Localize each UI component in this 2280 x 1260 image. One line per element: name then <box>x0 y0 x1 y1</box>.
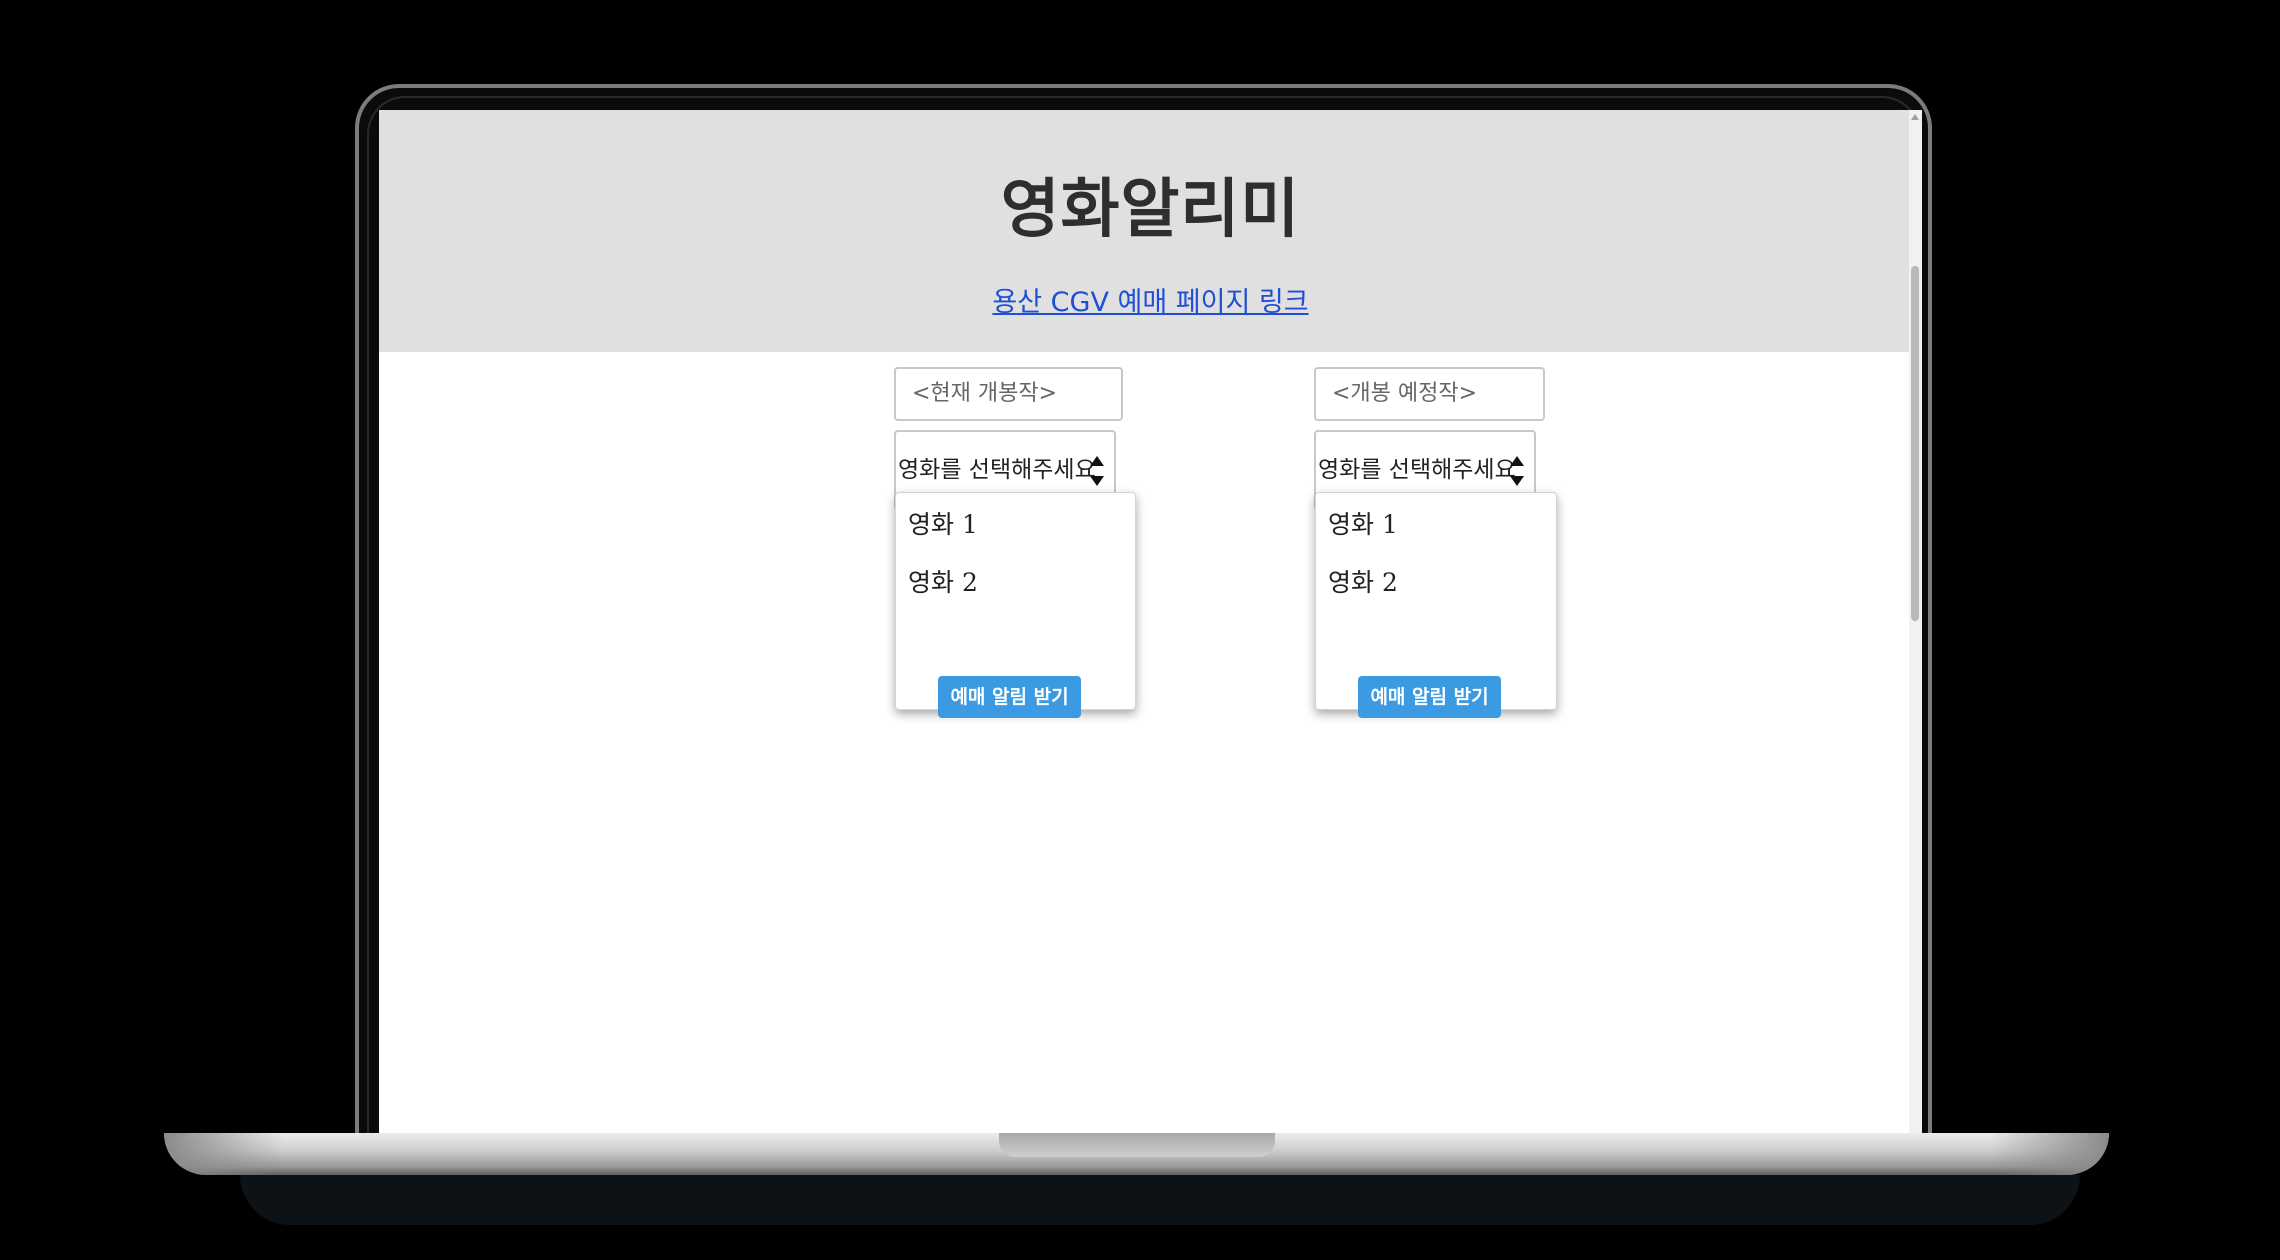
cgv-booking-link[interactable]: 용산 CGV 예매 페이지 링크 <box>992 287 1308 318</box>
current-notify-button[interactable]: 예매 알림 받기 <box>938 676 1081 718</box>
list-item[interactable]: 영화 1 <box>908 505 978 545</box>
page-title: 영화알리미 <box>1000 173 1301 247</box>
vertical-scrollbar[interactable] <box>1909 110 1922 1134</box>
laptop-base <box>164 1133 2109 1175</box>
browser-viewport: 영화알리미 용산 CGV 예매 페이지 링크 <현재 개봉작> 영화를 선택해주… <box>379 110 1922 1134</box>
select-spinner-icon <box>1510 456 1524 490</box>
list-item[interactable]: 영화 2 <box>908 563 978 603</box>
page-header: 영화알리미 용산 CGV 예매 페이지 링크 <box>379 110 1922 352</box>
scroll-up-icon[interactable] <box>1911 114 1919 120</box>
laptop-mockup: 영화알리미 용산 CGV 예매 페이지 링크 <현재 개봉작> 영화를 선택해주… <box>0 0 2280 1260</box>
laptop-base-left-shade <box>164 1133 284 1175</box>
list-item[interactable]: 영화 1 <box>1328 505 1398 545</box>
select-spinner-icon <box>1090 456 1104 490</box>
cgv-link-wrapper: 용산 CGV 예매 페이지 링크 <box>379 280 1922 319</box>
upcoming-notify-button[interactable]: 예매 알림 받기 <box>1358 676 1501 718</box>
upcoming-movie-select-value: 영화를 선택해주세요 <box>1318 457 1516 483</box>
laptop-opening-notch <box>999 1133 1275 1157</box>
upcoming-releases-input[interactable]: <개봉 예정작> <box>1314 367 1545 421</box>
laptop-base-shadow <box>240 1175 2080 1225</box>
list-item[interactable]: 영화 2 <box>1328 563 1398 603</box>
laptop-base-right-shade <box>1989 1133 2109 1175</box>
current-movie-select-value: 영화를 선택해주세요 <box>898 457 1096 483</box>
scrollbar-thumb[interactable] <box>1911 266 1919 621</box>
current-releases-input[interactable]: <현재 개봉작> <box>894 367 1123 421</box>
